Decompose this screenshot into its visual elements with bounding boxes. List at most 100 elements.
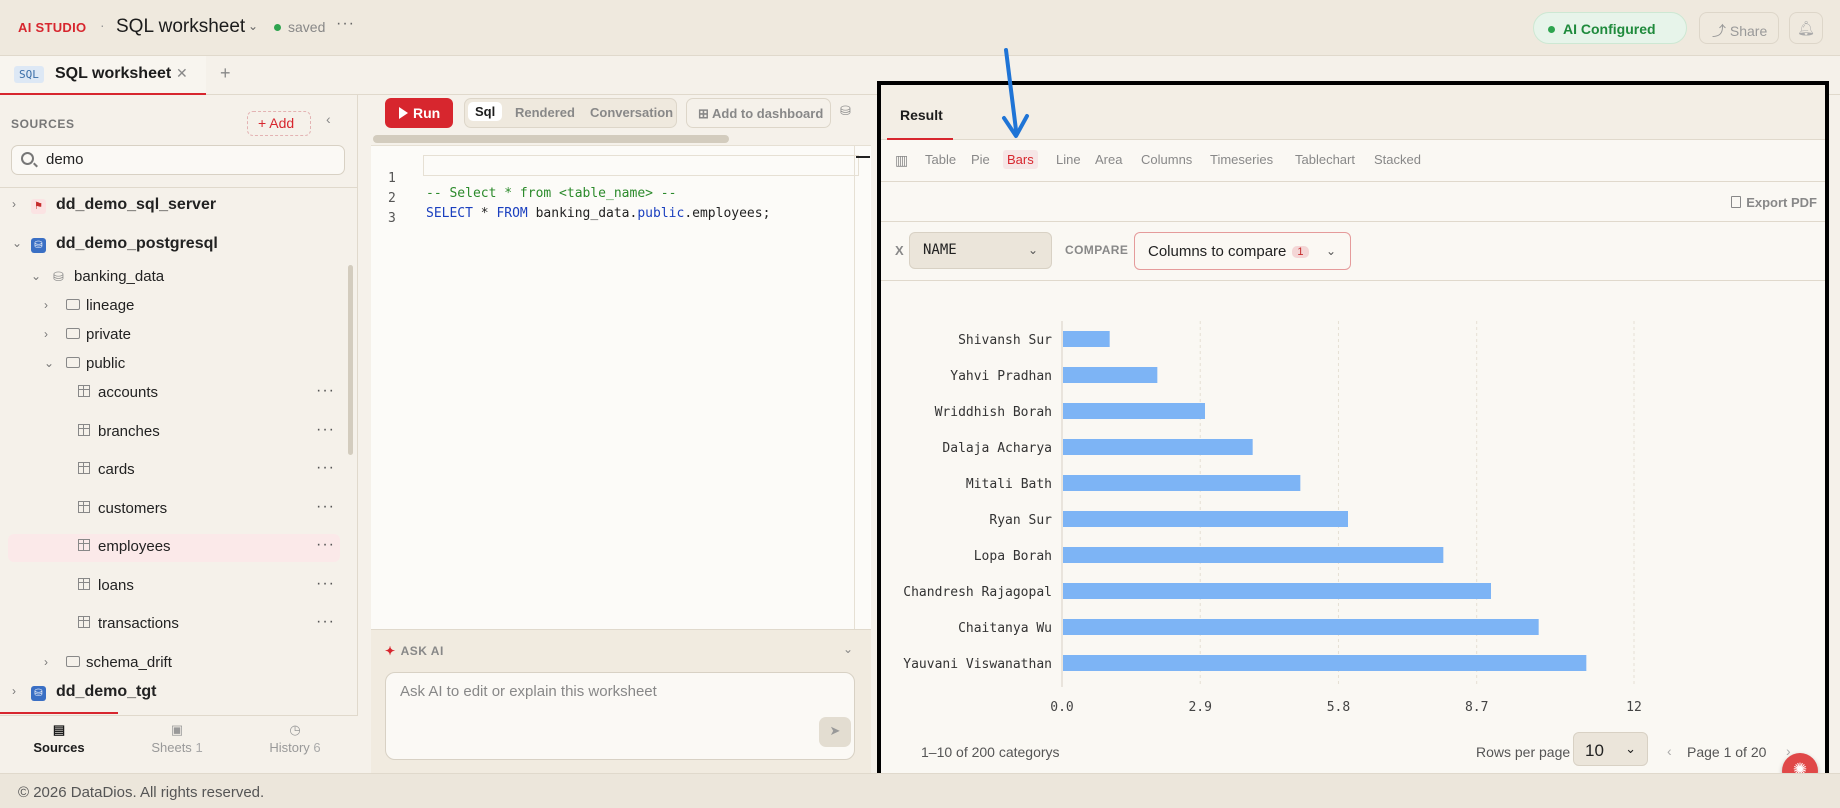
rows-per-page-select[interactable]: 10 ⌄ — [1573, 732, 1648, 766]
notifications-button[interactable]: 🔔︎ — [1789, 12, 1823, 44]
database-icon: ⛁ — [31, 684, 46, 701]
y-tick-label: Chaitanya Wu — [958, 621, 1052, 636]
tab-rendered[interactable]: Rendered — [515, 105, 575, 120]
chart-type-area[interactable]: Area — [1095, 152, 1122, 167]
bar — [1063, 367, 1158, 383]
sidebar-scrollbar[interactable] — [348, 265, 353, 455]
tree-item-lineage[interactable]: › lineage — [0, 293, 350, 321]
tree-item-branches[interactable]: branches ··· — [0, 419, 350, 447]
source-search-input[interactable] — [46, 151, 336, 168]
chevron-down-icon[interactable]: ⌄ — [248, 19, 258, 33]
chevron-right-icon[interactable]: › — [44, 298, 48, 312]
more-options-icon[interactable]: ··· — [316, 536, 335, 554]
editor-scrollbar[interactable] — [854, 146, 855, 630]
tab-sql[interactable]: Sql — [468, 102, 503, 121]
x-tick-label: 5.8 — [1327, 700, 1350, 715]
chevron-down-icon: ⌄ — [1325, 244, 1336, 258]
tree-item-customers[interactable]: customers ··· — [0, 496, 350, 524]
grid-icon: ⊞ — [698, 106, 709, 121]
tree-item-cards[interactable]: cards ··· — [0, 457, 350, 485]
x-axis-select[interactable]: NAME ⌄ — [909, 232, 1052, 269]
tree-item-private[interactable]: › private — [0, 322, 350, 350]
chevron-right-icon[interactable]: › — [12, 684, 16, 698]
worksheet-title[interactable]: SQL worksheet — [116, 16, 245, 38]
tree-item-label: employees — [98, 538, 171, 555]
tab-sources[interactable]: ▤ Sources — [0, 722, 118, 755]
database-icon[interactable]: ⛁ — [840, 98, 868, 128]
chevron-right-icon[interactable]: › — [44, 655, 48, 669]
share-button[interactable]: ⤴ Share — [1699, 12, 1779, 44]
chart-config-row: X NAME ⌄ COMPARE Columns to compare 1 ⌄ — [881, 221, 1825, 281]
scroll-indicator — [0, 712, 118, 714]
more-options-icon[interactable]: ··· — [316, 382, 335, 400]
y-tick-label: Shivansh Sur — [958, 333, 1052, 348]
tree-item-employees[interactable]: employees ··· — [8, 534, 340, 562]
chevron-down-icon[interactable]: ⌄ — [12, 236, 22, 250]
compare-columns-select[interactable]: Columns to compare 1 ⌄ — [1134, 232, 1351, 270]
chevron-down-icon[interactable]: ⌄ — [44, 356, 54, 370]
code-line: 3 — [371, 196, 418, 226]
chart-type-tablechart[interactable]: Tablechart — [1295, 152, 1355, 167]
send-button[interactable]: ➤ — [819, 717, 851, 747]
footer: © 2026 DataDios. All rights reserved. — [0, 773, 1840, 808]
add-to-dashboard-button[interactable]: ⊞ Add to dashboard — [686, 98, 831, 128]
title-separator: · — [100, 17, 105, 33]
tab-sql-worksheet[interactable]: SQL SQL worksheet ✕ — [0, 56, 206, 95]
tree-item-accounts[interactable]: accounts ··· — [0, 380, 350, 408]
run-button[interactable]: Run — [385, 98, 453, 128]
more-options-icon[interactable]: ··· — [336, 15, 355, 33]
sources-sidebar: SOURCES + Add ‹ › ⚑ dd_demo_sql_server ⌄ ⛁ dd… — [0, 95, 358, 773]
folder-icon — [66, 356, 80, 371]
tree-item-dd-demo-postgresql[interactable]: ⌄ ⛁ dd_demo_postgresql — [0, 231, 350, 259]
more-options-icon[interactable]: ··· — [316, 613, 335, 631]
tree-item-banking-data[interactable]: ⌄ ⛁ banking_data — [0, 264, 350, 292]
source-search[interactable] — [11, 145, 345, 175]
tree-item-transactions[interactable]: transactions ··· — [0, 611, 350, 639]
sql-editor[interactable]: 1 -- Select * from <table_name> -- 2 SEL… — [371, 145, 871, 630]
tab-sheets[interactable]: ▣ Sheets 1 — [118, 722, 236, 755]
ask-ai-input[interactable] — [400, 683, 800, 723]
tree-item-loans[interactable]: loans ··· — [0, 573, 350, 601]
x-tick-label: 12 — [1626, 700, 1642, 715]
chevron-right-icon[interactable]: › — [44, 327, 48, 341]
rows-per-page-value: 10 — [1585, 741, 1604, 760]
schema-icon: ⛁ — [53, 269, 64, 284]
collapse-sidebar-icon[interactable]: ‹ — [326, 111, 331, 127]
add-source-button[interactable]: + Add — [247, 111, 311, 136]
copyright-text: © 2026 DataDios. All rights reserved. — [18, 784, 265, 801]
tab-result[interactable]: Result — [887, 85, 953, 140]
toolbar-scrollbar[interactable] — [373, 135, 729, 143]
tree-item-public[interactable]: ⌄ public — [0, 351, 350, 379]
tree-item-dd-demo-sql-server[interactable]: › ⚑ dd_demo_sql_server — [0, 192, 350, 220]
chevron-down-icon[interactable]: ⌄ — [31, 269, 41, 283]
tree-item-label: private — [86, 326, 132, 343]
x-tick-label: 0.0 — [1050, 700, 1073, 715]
export-pdf-button[interactable]: Export PDF — [1731, 195, 1817, 210]
chart-type-timeseries[interactable]: Timeseries — [1210, 152, 1273, 167]
tree-item-dd-demo-tgt[interactable]: › ⛁ dd_demo_tgt — [0, 679, 350, 707]
bar — [1063, 655, 1587, 671]
more-options-icon[interactable]: ··· — [316, 498, 335, 516]
bell-icon: 🔔︎ — [1797, 20, 1815, 36]
chart-type-table[interactable]: Table — [925, 152, 956, 167]
more-options-icon[interactable]: ··· — [316, 575, 335, 593]
chevron-down-icon: ⌄ — [1625, 741, 1636, 756]
tab-history[interactable]: ◷ History 6 — [236, 722, 354, 755]
previous-page-icon[interactable]: ‹ — [1667, 743, 1672, 759]
chart-type-line[interactable]: Line — [1056, 152, 1081, 167]
chevron-right-icon[interactable]: › — [12, 197, 16, 211]
ask-ai-title: ✦ ASK AI — [385, 644, 444, 658]
code-text: -- Select * from <table_name> -- — [426, 186, 677, 201]
chart-type-pie[interactable]: Pie — [971, 152, 990, 167]
ai-configured-badge[interactable]: AI Configured — [1533, 12, 1687, 44]
tab-conversation[interactable]: Conversation — [590, 105, 673, 120]
add-tab-button[interactable]: + — [220, 63, 231, 84]
more-options-icon[interactable]: ··· — [316, 459, 335, 477]
chevron-down-icon[interactable]: ⌄ — [843, 642, 853, 656]
chart-type-stacked[interactable]: Stacked — [1374, 152, 1421, 167]
tree-item-schema-drift[interactable]: › schema_drift — [0, 650, 350, 678]
chart-type-columns[interactable]: Columns — [1141, 152, 1192, 167]
close-icon[interactable]: ✕ — [176, 65, 188, 82]
more-options-icon[interactable]: ··· — [316, 421, 335, 439]
chart-type-bars[interactable]: Bars — [1003, 150, 1038, 169]
